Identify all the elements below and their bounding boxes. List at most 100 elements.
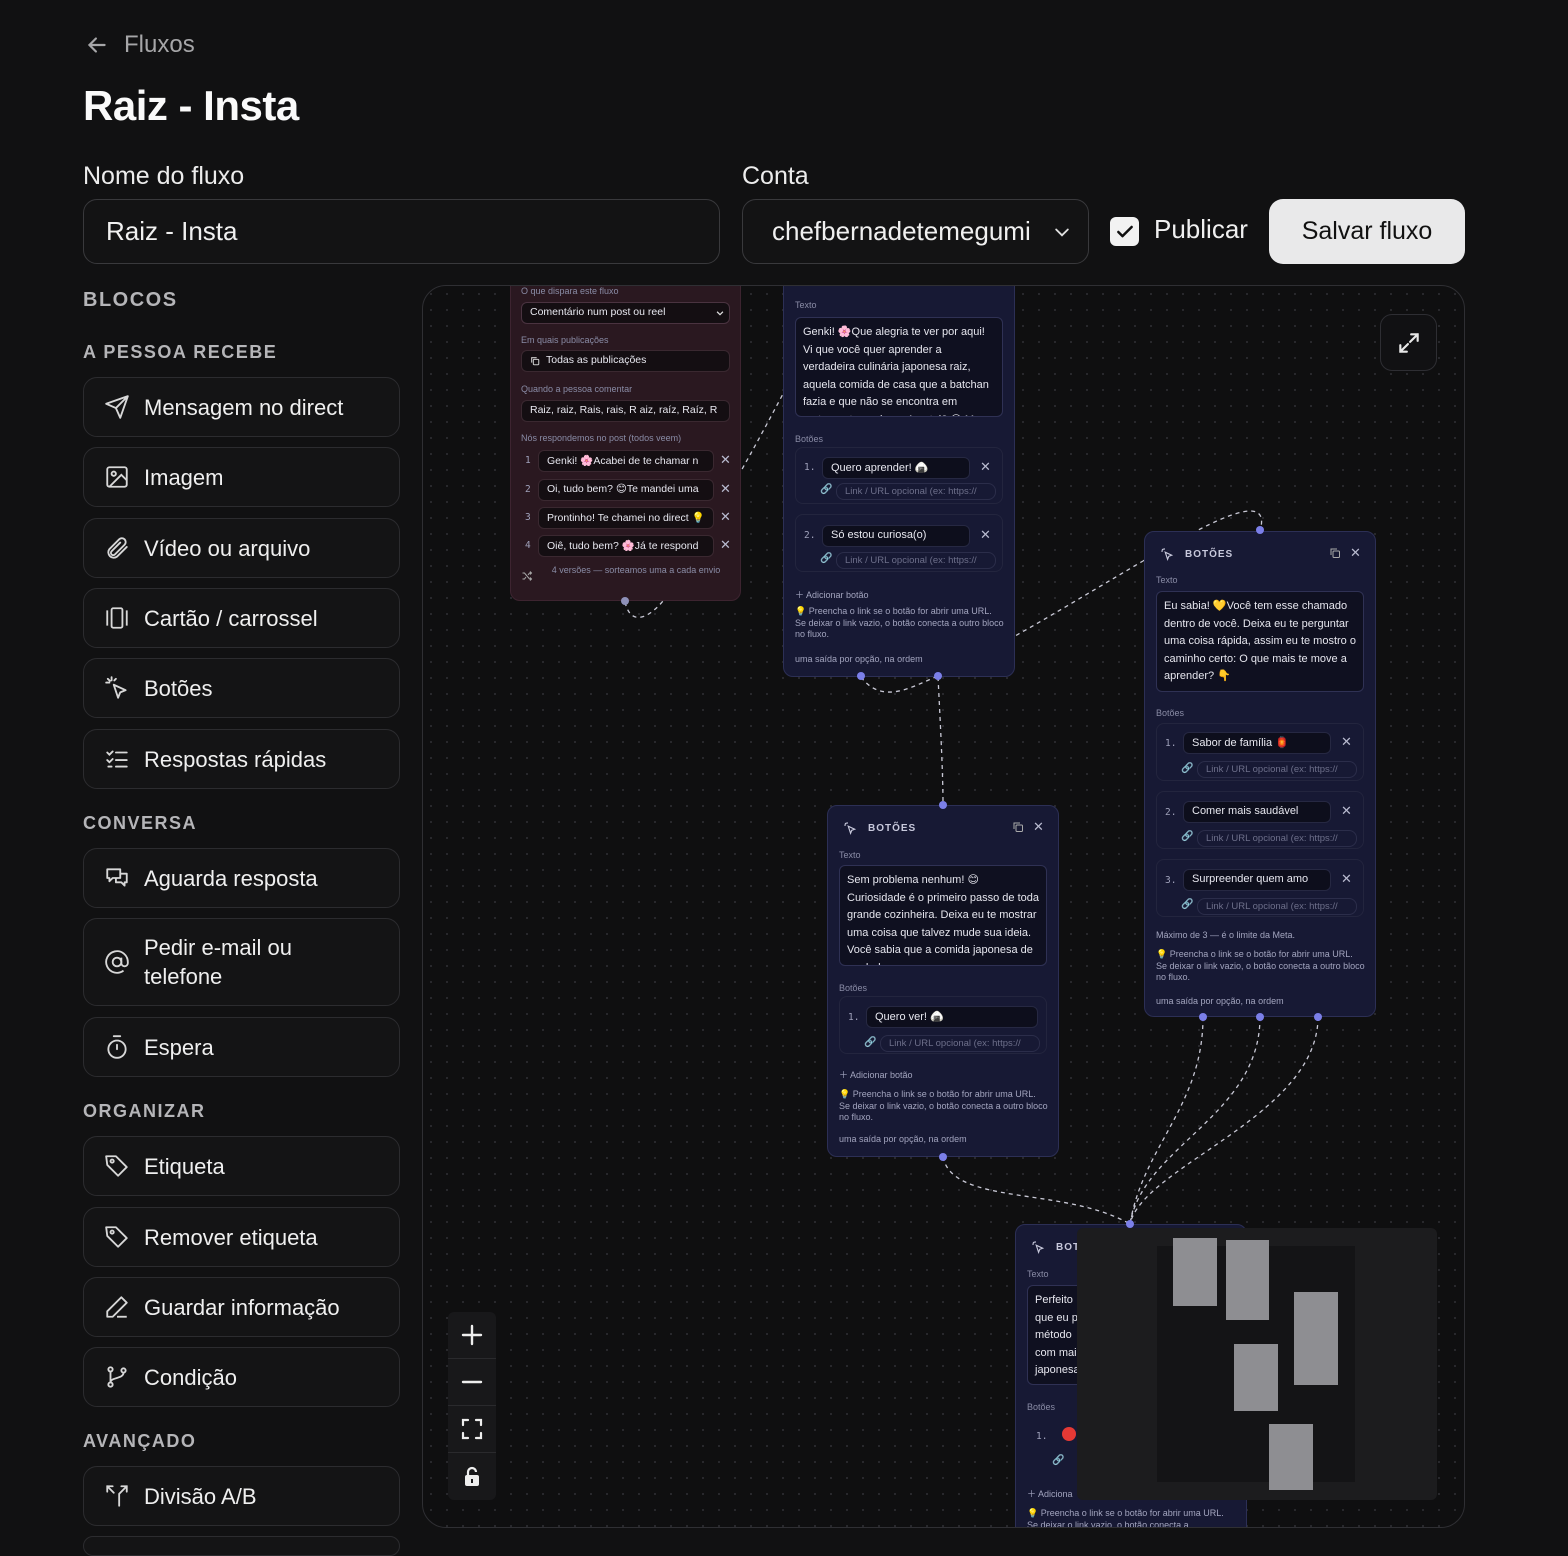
close-icon[interactable]: ✕ bbox=[1033, 819, 1044, 835]
zoom-controls bbox=[448, 1312, 496, 1500]
output-port[interactable] bbox=[857, 672, 865, 680]
close-icon[interactable]: ✕ bbox=[720, 537, 731, 553]
block-video-file[interactable]: Vídeo ou arquivo bbox=[83, 518, 400, 578]
reply-label: Nós respondemos no post (todos veem) bbox=[521, 433, 682, 443]
close-icon[interactable]: ✕ bbox=[980, 527, 991, 543]
block-quick-replies[interactable]: Respostas rápidas bbox=[83, 729, 400, 789]
close-icon[interactable]: ✕ bbox=[980, 459, 991, 475]
link-icon: 🔗 bbox=[820, 484, 833, 495]
publish-checkbox[interactable] bbox=[1110, 217, 1139, 246]
output-port[interactable] bbox=[1256, 1013, 1264, 1021]
block-more[interactable] bbox=[83, 1536, 400, 1556]
add-button[interactable]: ＋ Adiciona bbox=[1027, 1487, 1073, 1500]
button-label-input[interactable]: Só estou curiosa(o) bbox=[822, 525, 970, 547]
add-button[interactable]: ＋ Adicionar botão bbox=[839, 1068, 913, 1081]
zoom-out-button[interactable] bbox=[448, 1359, 496, 1406]
add-button[interactable]: ＋ Adicionar botão bbox=[795, 588, 869, 601]
button-label-input[interactable]: Quero ver! 🍙 bbox=[866, 1006, 1038, 1028]
reply-item[interactable]: Oi, tudo bem? 😊Te mandei uma bbox=[538, 479, 714, 501]
input-port[interactable] bbox=[1126, 1220, 1134, 1228]
message-textarea[interactable]: Sem problema nenhum! 😊 Curiosidade é o p… bbox=[839, 865, 1047, 966]
close-icon[interactable]: ✕ bbox=[1341, 734, 1352, 750]
trigger-select[interactable]: Comentário num post ou reel bbox=[521, 302, 730, 324]
block-ask-email-phone[interactable]: Pedir e-mail ou telefone bbox=[83, 918, 400, 1006]
link-input[interactable]: Link / URL opcional (ex: https:// bbox=[836, 552, 996, 569]
copy-icon[interactable] bbox=[1012, 821, 1024, 833]
comment-keywords-input[interactable]: Raiz, raiz, Rais, rais, R aiz, raíz, Raí… bbox=[521, 400, 730, 422]
chevron-down-icon bbox=[716, 311, 724, 316]
link-icon: 🔗 bbox=[1181, 899, 1194, 910]
timer-icon bbox=[107, 1035, 127, 1059]
trigger-label: O que dispara este fluxo bbox=[521, 286, 619, 296]
input-port[interactable] bbox=[939, 801, 947, 809]
output-port[interactable] bbox=[934, 672, 942, 680]
output-port[interactable] bbox=[621, 597, 629, 605]
link-input[interactable]: Link / URL opcional (ex: https:// bbox=[1197, 898, 1357, 915]
output-port[interactable] bbox=[1199, 1013, 1207, 1021]
link-icon: 🔗 bbox=[820, 553, 833, 564]
block-label: Mensagem no direct bbox=[144, 394, 344, 420]
message-textarea[interactable]: Eu sabia! 💛Você tem esse chamado dentro … bbox=[1156, 591, 1364, 692]
flow-name-value: Raiz - Insta bbox=[106, 216, 238, 246]
close-icon[interactable]: ✕ bbox=[1350, 545, 1361, 561]
minimap[interactable] bbox=[1077, 1228, 1437, 1500]
flow-name-input[interactable]: Raiz - Insta bbox=[83, 199, 720, 264]
publish-label[interactable]: Publicar bbox=[1154, 214, 1248, 245]
block-card-carousel[interactable]: Cartão / carrossel bbox=[83, 588, 400, 648]
button-label-input[interactable]: Comer mais saudável bbox=[1183, 801, 1331, 823]
block-buttons[interactable]: Botões bbox=[83, 658, 400, 718]
posts-label: Em quais publicações bbox=[521, 335, 609, 345]
chevron-down-icon bbox=[1055, 228, 1069, 237]
reply-item[interactable]: Oiê, tudo bem? 🌸Já te respond bbox=[538, 535, 714, 557]
buttons-node-3[interactable]: BOTÕES ✕ Texto Eu sabia! 💛Você tem esse … bbox=[1144, 531, 1376, 1017]
tip-text: 💡 Preencha o link se o botão for abrir u… bbox=[839, 1089, 1048, 1122]
trigger-node[interactable]: O que dispara este fluxo Comentário num … bbox=[510, 286, 741, 601]
message-textarea[interactable]: Genki! 🌸Que alegria te ver por aqui! Vi … bbox=[795, 317, 1003, 417]
input-port[interactable] bbox=[1256, 526, 1264, 534]
tag-icon bbox=[105, 1226, 128, 1248]
node-title: BOTÕES bbox=[868, 823, 917, 834]
button-label-input[interactable]: Surpreender quem amo bbox=[1183, 869, 1331, 891]
reply-num: 2 bbox=[525, 484, 531, 495]
fit-view-button[interactable] bbox=[448, 1406, 496, 1453]
close-icon[interactable]: ✕ bbox=[720, 481, 731, 497]
save-flow-button[interactable]: Salvar fluxo bbox=[1269, 199, 1465, 264]
block-save-info[interactable]: Guardar informação bbox=[83, 1277, 400, 1337]
block-await-reply[interactable]: Aguarda resposta bbox=[83, 848, 400, 908]
buttons-node-2[interactable]: BOTÕES ✕ Texto Sem problema nenhum! 😊 Cu… bbox=[827, 805, 1059, 1157]
close-icon[interactable]: ✕ bbox=[720, 509, 731, 525]
lock-button[interactable] bbox=[448, 1453, 496, 1500]
output-port[interactable] bbox=[939, 1153, 947, 1161]
close-icon[interactable]: ✕ bbox=[1341, 803, 1352, 819]
link-icon: 🔗 bbox=[1181, 763, 1194, 774]
carousel-icon bbox=[106, 607, 128, 629]
account-select[interactable]: chefbernadetemegumi bbox=[742, 199, 1089, 264]
block-wait[interactable]: Espera bbox=[83, 1017, 400, 1077]
fullscreen-button[interactable] bbox=[1380, 314, 1437, 371]
link-input[interactable]: Link / URL opcional (ex: https:// bbox=[880, 1035, 1040, 1052]
block-direct-message[interactable]: Mensagem no direct bbox=[83, 377, 400, 437]
buttons-node-1[interactable]: Texto Genki! 🌸Que alegria te ver por aqu… bbox=[783, 286, 1015, 677]
copy-icon[interactable] bbox=[1329, 547, 1341, 559]
button-label-input[interactable]: Quero aprender! 🍙 bbox=[822, 457, 970, 479]
minimap-node bbox=[1234, 1344, 1278, 1411]
lock-icon bbox=[465, 1466, 479, 1486]
button-label-input[interactable]: Sabor de família 🏮 bbox=[1183, 732, 1331, 754]
link-input[interactable]: Link / URL opcional (ex: https:// bbox=[836, 483, 996, 500]
posts-select[interactable]: Todas as publicações bbox=[521, 350, 730, 372]
output-port[interactable] bbox=[1314, 1013, 1322, 1021]
buttons-label: Botões bbox=[795, 434, 824, 444]
reply-item[interactable]: Prontinho! Te chamei no direct 💡 bbox=[538, 507, 714, 529]
zoom-in-button[interactable] bbox=[448, 1312, 496, 1359]
block-ab-split[interactable]: Divisão A/B bbox=[83, 1466, 400, 1526]
block-remove-tag[interactable]: Remover etiqueta bbox=[83, 1207, 400, 1267]
block-condition[interactable]: Condição bbox=[83, 1347, 400, 1407]
block-tag[interactable]: Etiqueta bbox=[83, 1136, 400, 1196]
close-icon[interactable]: ✕ bbox=[1341, 871, 1352, 887]
reply-item[interactable]: Genki! 🌸Acabei de te chamar n bbox=[538, 450, 714, 472]
close-icon[interactable]: ✕ bbox=[720, 452, 731, 468]
link-input[interactable]: Link / URL opcional (ex: https:// bbox=[1197, 830, 1357, 847]
block-image[interactable]: Imagem bbox=[83, 447, 400, 507]
link-input[interactable]: Link / URL opcional (ex: https:// bbox=[1197, 761, 1357, 778]
back-link[interactable]: Fluxos bbox=[84, 28, 195, 62]
